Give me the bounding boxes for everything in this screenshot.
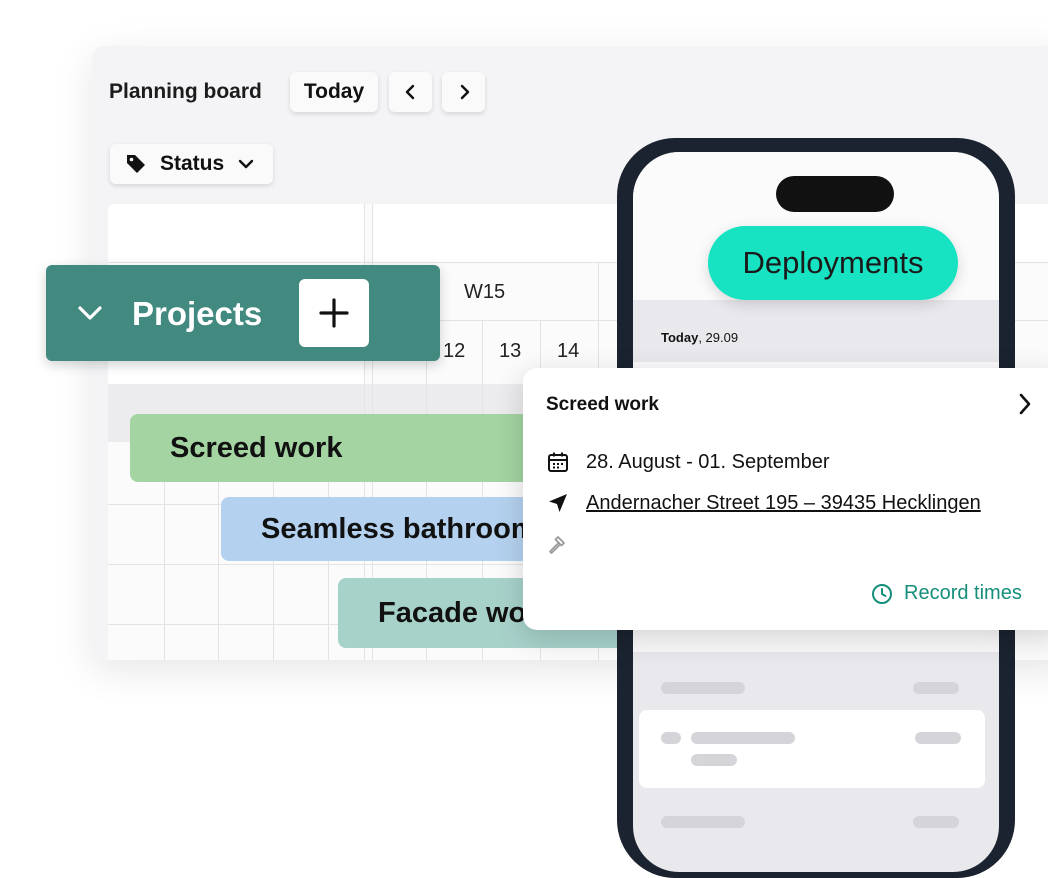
popup-tool-row: [546, 532, 586, 556]
clock-icon: [872, 583, 892, 604]
phone-date-value: , 29.09: [698, 330, 739, 345]
popup-date-row: 28. August - 01. September: [546, 450, 830, 474]
status-filter-dropdown[interactable]: Status: [110, 144, 273, 184]
day-label: 14: [557, 340, 580, 362]
popup-title: Screed work: [546, 394, 659, 415]
tag-icon: [127, 155, 145, 173]
task-label: Screed work: [170, 431, 343, 464]
plus-icon: [319, 298, 349, 328]
previous-button[interactable]: [389, 72, 432, 112]
phone-date-today: Today: [661, 330, 699, 345]
add-project-button[interactable]: [299, 279, 369, 347]
popup-address-link[interactable]: Andernacher Street 195 – 39435 Hecklinge…: [586, 492, 981, 515]
skeleton-line: [913, 682, 959, 694]
popup-date-range: 28. August - 01. September: [586, 450, 830, 473]
record-times-label: Record times: [904, 582, 1022, 604]
today-button-label: Today: [303, 80, 365, 103]
calendar-icon: [546, 450, 570, 474]
chevron-right-icon[interactable]: [1017, 392, 1033, 416]
chevron-down-icon: [238, 159, 254, 169]
skeleton-line: [915, 732, 961, 744]
skeleton-line: [661, 732, 681, 744]
skeleton-line: [913, 816, 959, 828]
phone-card[interactable]: [639, 710, 985, 788]
skeleton-line: [691, 732, 795, 744]
day-label: 13: [499, 340, 522, 362]
navigation-arrow-icon: [546, 491, 570, 515]
chevron-down-icon[interactable]: [76, 303, 104, 323]
skeleton-line: [661, 682, 745, 694]
next-button[interactable]: [442, 72, 485, 112]
skeleton-line: [691, 754, 737, 766]
deployments-badge: Deployments: [708, 226, 958, 300]
chevron-left-icon: [405, 84, 414, 100]
board-title: Planning board: [109, 80, 262, 103]
projects-label: Projects: [132, 295, 263, 332]
hammer-icon: [546, 532, 570, 556]
projects-panel: Projects: [46, 265, 440, 361]
task-label: Seamless bathroom: [261, 512, 537, 545]
phone-date: Today, 29.09: [661, 330, 738, 345]
status-filter-label: Status: [160, 152, 225, 175]
task-detail-popup: Screed work 28. August - 01. September A…: [523, 368, 1048, 630]
today-button[interactable]: Today: [290, 72, 378, 112]
chevron-right-icon: [460, 84, 469, 100]
phone-notch: [776, 176, 894, 212]
record-times-button[interactable]: Record times: [871, 582, 1022, 605]
week-label: W15: [464, 281, 506, 303]
skeleton-line: [661, 816, 745, 828]
day-label: 12: [443, 340, 466, 362]
popup-address-row: Andernacher Street 195 – 39435 Hecklinge…: [546, 491, 981, 515]
